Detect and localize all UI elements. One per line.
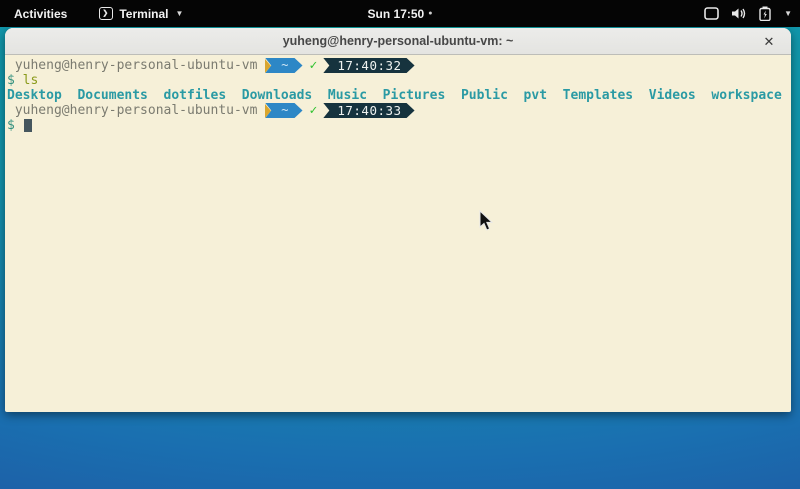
command-line: $ ls <box>7 73 789 88</box>
battery-charging-icon <box>759 6 771 21</box>
window-title: yuheng@henry-personal-ubuntu-vm: ~ <box>283 34 514 48</box>
prompt-symbol: $ <box>7 118 23 133</box>
ls-output-line: Desktop Documents dotfiles Downloads Mus… <box>7 88 789 103</box>
chevron-down-icon: ▼ <box>784 9 792 18</box>
directory-name: Downloads <box>242 88 312 103</box>
directory-name: workspace <box>711 88 781 103</box>
desktop: Activities ❯ Terminal ▼ Sun 17:50 ● <box>0 0 800 489</box>
app-menu-terminal[interactable]: ❯ Terminal ▼ <box>99 7 183 21</box>
directory-name: Pictures <box>383 88 446 103</box>
directory-name: Public <box>461 88 508 103</box>
directory-name: Desktop <box>7 88 62 103</box>
typed-command: ls <box>23 73 39 88</box>
directory-name: Documents <box>77 88 147 103</box>
directory-name: Videos <box>649 88 696 103</box>
directory-name: pvt <box>524 88 547 103</box>
directory-name: dotfiles <box>164 88 227 103</box>
notification-dot-icon: ● <box>428 10 432 17</box>
prompt-line: yuheng@henry-personal-ubuntu-vm ~ ✓ 17:4… <box>7 103 789 118</box>
top-bar: Activities ❯ Terminal ▼ Sun 17:50 ● <box>0 0 800 27</box>
terminal-icon: ❯ <box>99 7 113 20</box>
input-line[interactable]: $ <box>7 118 789 133</box>
close-icon[interactable]: ✕ <box>757 28 781 55</box>
text-cursor-block <box>24 119 32 132</box>
status-check-icon: ✓ <box>310 58 318 73</box>
prompt-time-badge: 17:40:33 <box>323 103 414 118</box>
volume-icon <box>731 7 747 20</box>
prompt-user-host: yuheng@henry-personal-ubuntu-vm <box>7 58 265 73</box>
prompt-user-host: yuheng@henry-personal-ubuntu-vm <box>7 103 265 118</box>
window-titlebar[interactable]: yuheng@henry-personal-ubuntu-vm: ~ ✕ <box>5 28 791 55</box>
activities-button[interactable]: Activities <box>10 5 71 23</box>
system-tray[interactable]: ▼ <box>704 0 792 27</box>
directory-name: Music <box>328 88 367 103</box>
prompt-symbol: $ <box>7 73 23 88</box>
app-menu-label: Terminal <box>119 7 168 21</box>
prompt-line: yuheng@henry-personal-ubuntu-vm ~ ✓ 17:4… <box>7 58 789 73</box>
terminal-window: yuheng@henry-personal-ubuntu-vm: ~ ✕ yuh… <box>5 28 791 412</box>
chevron-down-icon: ▼ <box>175 9 183 18</box>
display-icon <box>704 7 719 20</box>
prompt-time-badge: 17:40:32 <box>323 58 414 73</box>
status-check-icon: ✓ <box>310 103 318 118</box>
directory-name: Templates <box>563 88 633 103</box>
terminal-content[interactable]: yuheng@henry-personal-ubuntu-vm ~ ✓ 17:4… <box>5 55 791 411</box>
clock[interactable]: Sun 17:50 <box>368 7 425 21</box>
